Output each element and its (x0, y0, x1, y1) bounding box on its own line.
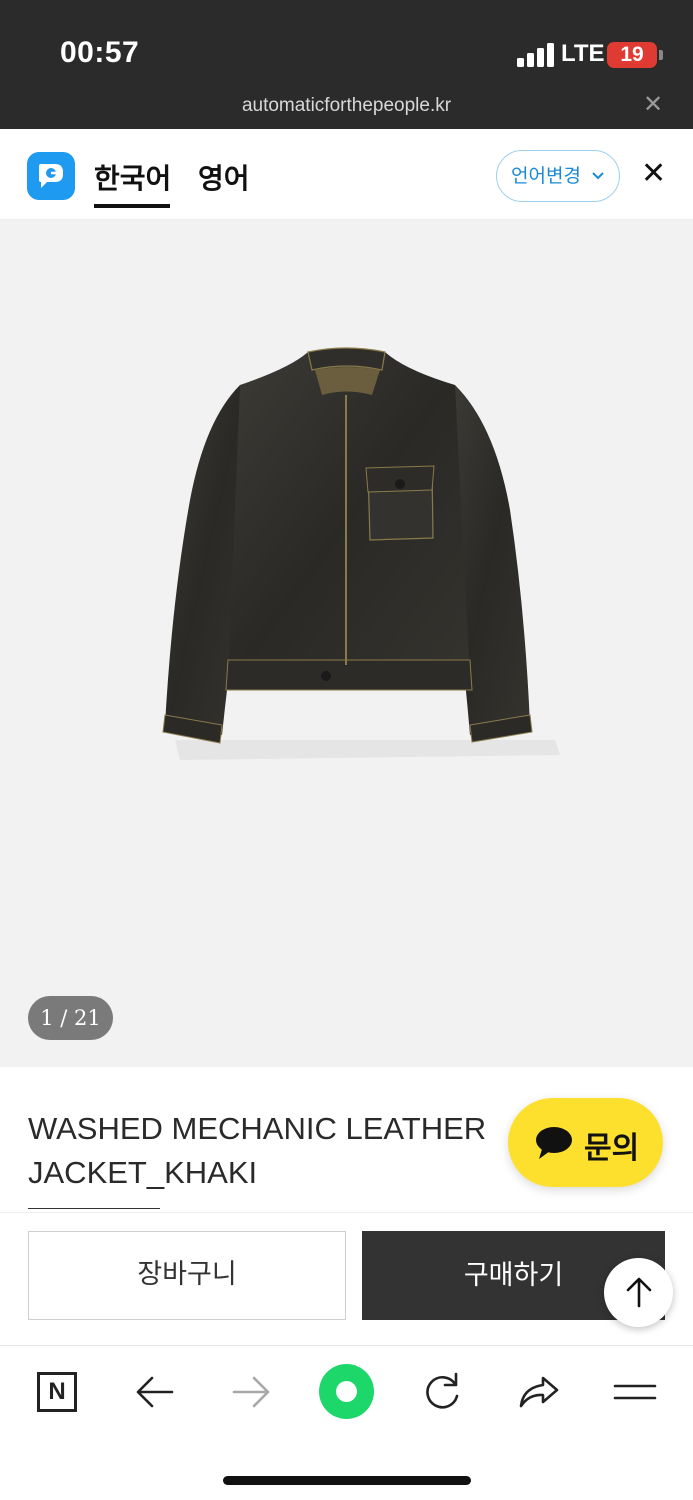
network-type: LTE (561, 40, 605, 67)
change-language-button[interactable]: 언어변경 (496, 150, 620, 202)
leather-jacket-photo (162, 347, 560, 760)
arrow-up-icon (626, 1277, 652, 1308)
tab-english[interactable]: 영어 (198, 157, 250, 197)
home-dot-icon[interactable] (319, 1364, 374, 1419)
product-title-line2: JACKET_KHAKI (28, 1155, 258, 1190)
chevron-down-icon (591, 151, 605, 220)
refresh-icon[interactable] (421, 1370, 463, 1414)
speech-bubble-icon (536, 1127, 572, 1159)
browser-toolbar: N (0, 1345, 693, 1500)
purchase-bar: 장바구니 구매하기 (0, 1212, 693, 1344)
scroll-top-button[interactable] (604, 1258, 673, 1327)
battery-cap (659, 50, 663, 60)
close-translate-icon[interactable]: ✕ (641, 159, 666, 189)
change-language-label: 언어변경 (511, 165, 581, 187)
close-icon[interactable]: ✕ (643, 92, 663, 116)
signal-icon (517, 43, 555, 67)
naver-n-icon[interactable]: N (37, 1372, 77, 1412)
battery-icon: 19 (607, 42, 657, 68)
inquiry-chat-button[interactable]: 문의 (508, 1098, 663, 1187)
back-arrow-icon[interactable] (134, 1370, 176, 1414)
product-title-line1: WASHED MECHANIC LEATHER (28, 1111, 487, 1146)
active-tab-indicator (94, 204, 170, 208)
translate-bar: 한국어 영어 언어변경 ✕ (0, 129, 693, 220)
browser-top-bar: 00:57 LTE 19 automaticforthepeople.kr ✕ (0, 0, 693, 129)
title-divider (28, 1208, 160, 1209)
status-time: 00:57 (60, 36, 140, 69)
product-image-carousel[interactable]: 1 / 21 (0, 220, 693, 1067)
share-icon[interactable] (517, 1370, 561, 1414)
add-to-cart-button[interactable]: 장바구니 (28, 1231, 346, 1320)
forward-arrow-icon[interactable] (230, 1370, 272, 1414)
menu-icon[interactable] (613, 1370, 657, 1414)
home-indicator (223, 1476, 471, 1485)
url-bar[interactable]: automaticforthepeople.kr (0, 95, 693, 117)
tab-korean[interactable]: 한국어 (94, 157, 171, 197)
product-title: WASHED MECHANIC LEATHER JACKET_KHAKI (28, 1107, 508, 1195)
papago-logo-icon[interactable] (27, 152, 75, 200)
inquiry-label: 문의 (584, 1131, 640, 1166)
image-counter: 1 / 21 (28, 996, 113, 1040)
